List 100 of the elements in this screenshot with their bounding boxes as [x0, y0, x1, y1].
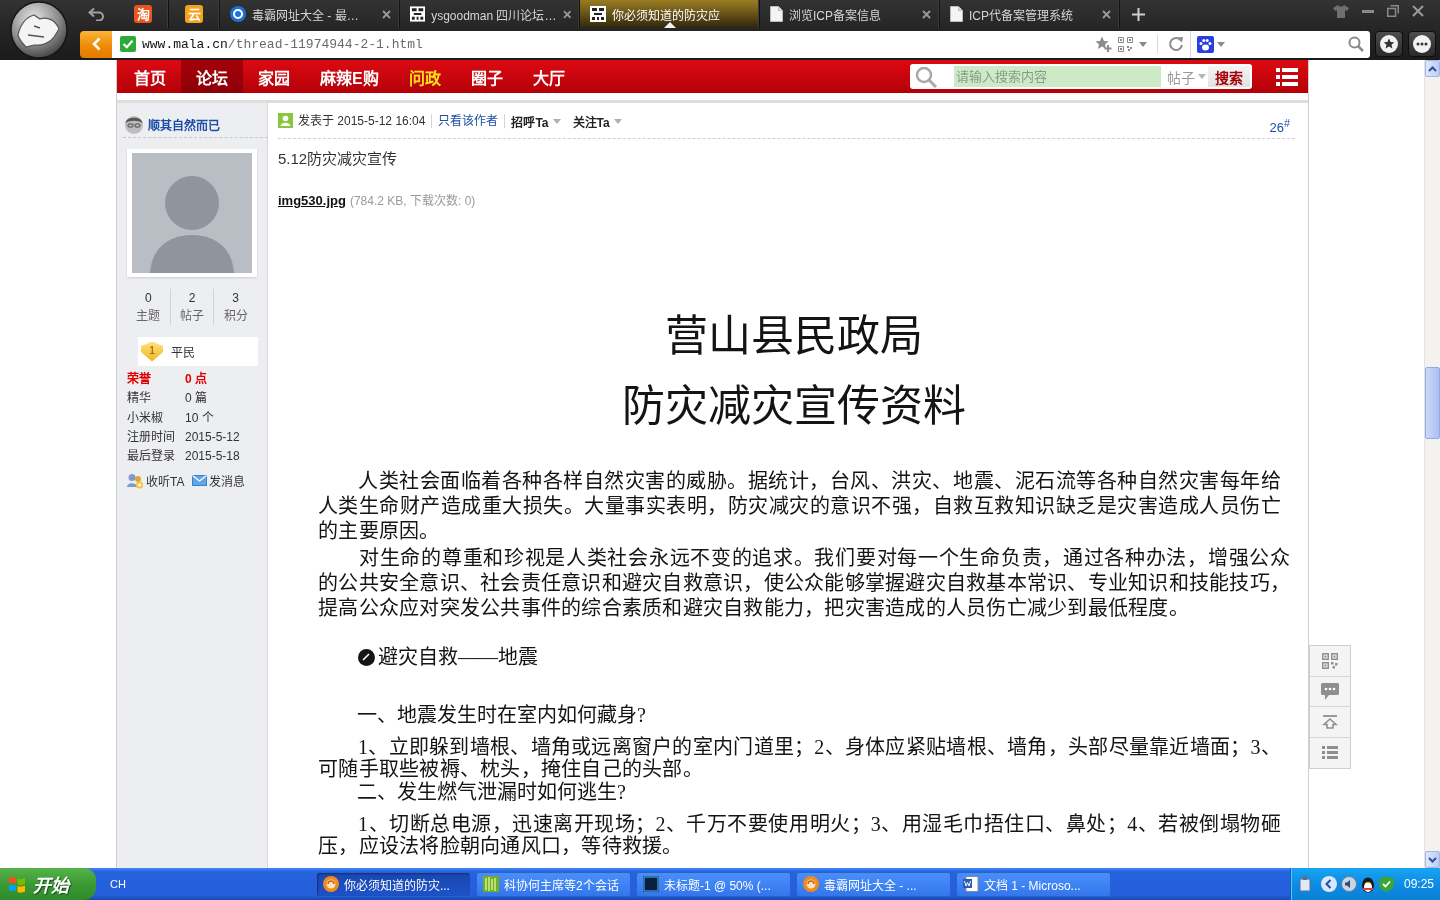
author-name[interactable]: 顺其自然而已 [148, 115, 220, 133]
qr-code-button[interactable] [1310, 646, 1350, 677]
document-app-icon [962, 876, 979, 892]
comment-button[interactable] [1310, 676, 1350, 707]
taskbar-button[interactable]: 你必须知道的防灾... [315, 871, 471, 897]
top-arrow-icon [1322, 714, 1338, 729]
follow-link[interactable]: 收听TA [127, 472, 185, 490]
favorites-button[interactable] [1375, 31, 1403, 57]
qr-code-icon[interactable] [1118, 36, 1133, 52]
penguin-icon[interactable] [1361, 875, 1375, 893]
shirt-icon[interactable] [1333, 4, 1349, 18]
stat-value[interactable]: 3 [232, 289, 239, 307]
caret-icon[interactable] [1217, 41, 1225, 47]
scrollbar-track[interactable] [1424, 60, 1440, 868]
refresh-icon[interactable] [1168, 36, 1184, 52]
nav-link[interactable]: 首页 [119, 60, 181, 93]
browser-tab[interactable]: ICP代备案管理系统 [940, 0, 1120, 28]
author-only-link[interactable]: 只看该作者 [438, 109, 499, 133]
detail-label: 精华 [127, 390, 152, 408]
taskbar-button[interactable]: 未标题-1 @ 50% (... [635, 871, 791, 897]
nav-link[interactable]: 问政 [393, 60, 456, 93]
stat-value[interactable]: 2 [188, 289, 196, 307]
scroll-down-button[interactable] [1425, 851, 1440, 868]
plus-icon[interactable] [1132, 8, 1145, 21]
nav-link[interactable]: 麻辣E购 [305, 60, 394, 93]
detail-value: 0 篇 [185, 390, 207, 408]
browser-tab[interactable]: 淘 [118, 0, 169, 28]
windows-flag-icon [8, 875, 26, 893]
taskbar-button[interactable]: 科协何主席等2个会话 [475, 871, 631, 897]
stat-value[interactable]: 0 [145, 289, 152, 307]
scroll-up-button[interactable] [1425, 60, 1440, 77]
close-icon[interactable] [1102, 9, 1111, 19]
browser-tab[interactable]: 你必须知道的防灾应 [580, 0, 760, 28]
detail-value: 2015-5-18 [185, 448, 240, 465]
answer-paragraph: 1、切断总电源，迅速离开现场；2、千万不要使用明火；3、用湿毛巾捂住口、鼻处；4、若被倒塌物砸压，应设法将脸朝向通风口，等待救援。 [318, 813, 1281, 857]
taskbar-button[interactable]: 文档 1 - Microso... [955, 871, 1111, 897]
nav-link[interactable]: 论坛 [181, 60, 243, 93]
document-title: 防灾减灾宣传资料 [621, 382, 967, 432]
close-icon[interactable] [382, 9, 391, 19]
search-icon[interactable] [1348, 36, 1364, 52]
caret-icon[interactable] [1139, 41, 1147, 47]
back-to-top-button[interactable] [1310, 707, 1350, 738]
shield-icon[interactable] [1379, 876, 1394, 892]
browser-tab[interactable]: 毒霸网址大全 - 最… [220, 0, 400, 28]
caret-icon [1198, 74, 1206, 79]
user-menu[interactable]: 关注Ta [572, 109, 622, 133]
message-link[interactable]: 发消息 [192, 472, 246, 490]
user-menu[interactable]: 招呼Ta [511, 109, 561, 133]
nav-link[interactable]: 圈子 [455, 60, 518, 93]
start-button[interactable]: 开始 [0, 868, 96, 900]
address-field[interactable]: www.mala.cn/thread-11974944-2-1.html [112, 30, 1190, 58]
nav-link[interactable]: 大厅 [517, 60, 580, 93]
detail-label: 最后登录 [127, 448, 176, 465]
document-paragraph: 人类社会面临着各种各样自然灾害的威胁。据统计，台风、洪灾、地震、泥石流等各种自然灾害每年给人类生命财产造成重大损失。大量事实表明，防灾减灾的意识不强，自救互救知识缺乏是灾害造成人员伤亡的主要原因。 [318, 469, 1281, 544]
chevron-left-icon [91, 37, 101, 51]
site-logo: 淘 [134, 5, 152, 23]
language-indicator[interactable]: CH [110, 878, 126, 890]
list-button[interactable] [1310, 737, 1350, 768]
stat-label[interactable]: 积分 [223, 307, 248, 325]
nav-link[interactable]: 家园 [243, 60, 305, 93]
curved-arrow-icon[interactable] [88, 7, 106, 21]
qr-code-icon [1322, 652, 1338, 669]
globe-icon [322, 876, 339, 892]
paw-icon[interactable] [1197, 35, 1214, 53]
close-icon[interactable] [562, 9, 571, 19]
rank-title: 平民 [171, 345, 195, 360]
site-favicon-icon [410, 6, 426, 22]
back-button[interactable] [80, 30, 112, 58]
level-badge: 1 [141, 341, 163, 362]
restore-icon[interactable] [1387, 5, 1399, 17]
stat-label[interactable]: 主题 [136, 307, 161, 325]
attachment-link[interactable]: img530.jpg [278, 192, 346, 210]
page-icon [770, 6, 783, 22]
stat-label[interactable]: 帖子 [180, 307, 204, 325]
comment-icon [1321, 682, 1339, 700]
device-icon[interactable] [1299, 876, 1311, 892]
search-engine-field[interactable] [1190, 30, 1370, 58]
browser-tab[interactable]: 浏览ICP备案信息 [760, 0, 940, 28]
chevron-up-icon [1428, 65, 1437, 72]
more-button[interactable] [1408, 31, 1436, 57]
detail-value: 2015-5-12 [185, 428, 240, 446]
floor-number[interactable]: 26$^{#}$ [1269, 111, 1290, 141]
star-plus-icon[interactable] [1095, 36, 1112, 52]
search-field[interactable]: 请输入搜索内容 [954, 66, 1161, 87]
close-icon[interactable] [1412, 5, 1424, 17]
document-paragraph: 对生命的尊重和珍视是人类社会永远不变的追求。我们要对每一个生命负责，通过各种办法，增强公众的公共安全意识、社会责任意识和避灾自救意识，使公众能够掌握避灾自救基本常识、专业知识和技能技巧，提高公众应对突发公共事件的综合素质和避灾自救能力，把灾害造成的人员伤亡减少到最低程度。 [318, 546, 1291, 621]
speaker-icon[interactable] [1341, 876, 1357, 892]
document-title: 营山县民政局 [664, 312, 924, 362]
page-icon [950, 6, 963, 22]
menu-icon[interactable] [1276, 67, 1298, 86]
minimize-icon[interactable] [1362, 9, 1374, 13]
search-button[interactable]: 搜索 [1208, 66, 1250, 87]
close-icon[interactable] [922, 9, 931, 19]
answer-paragraph: 1、立即躲到墙根、墙角或远离窗户的室内门道里；2、身体应紧贴墙根、墙角，头部尽量靠近墙面；3、可随手取些被褥、枕头，掩住自己的头部。 [318, 736, 1281, 780]
scrollbar-thumb[interactable] [1425, 367, 1440, 439]
taskbar-button[interactable]: 毒霸网址大全 - ... [795, 871, 951, 897]
caret-icon [552, 118, 561, 124]
browser-tab[interactable]: ysgoodman 四川论坛… [400, 0, 580, 28]
chevron-left-icon[interactable] [1321, 876, 1337, 892]
person-icon [278, 113, 293, 128]
